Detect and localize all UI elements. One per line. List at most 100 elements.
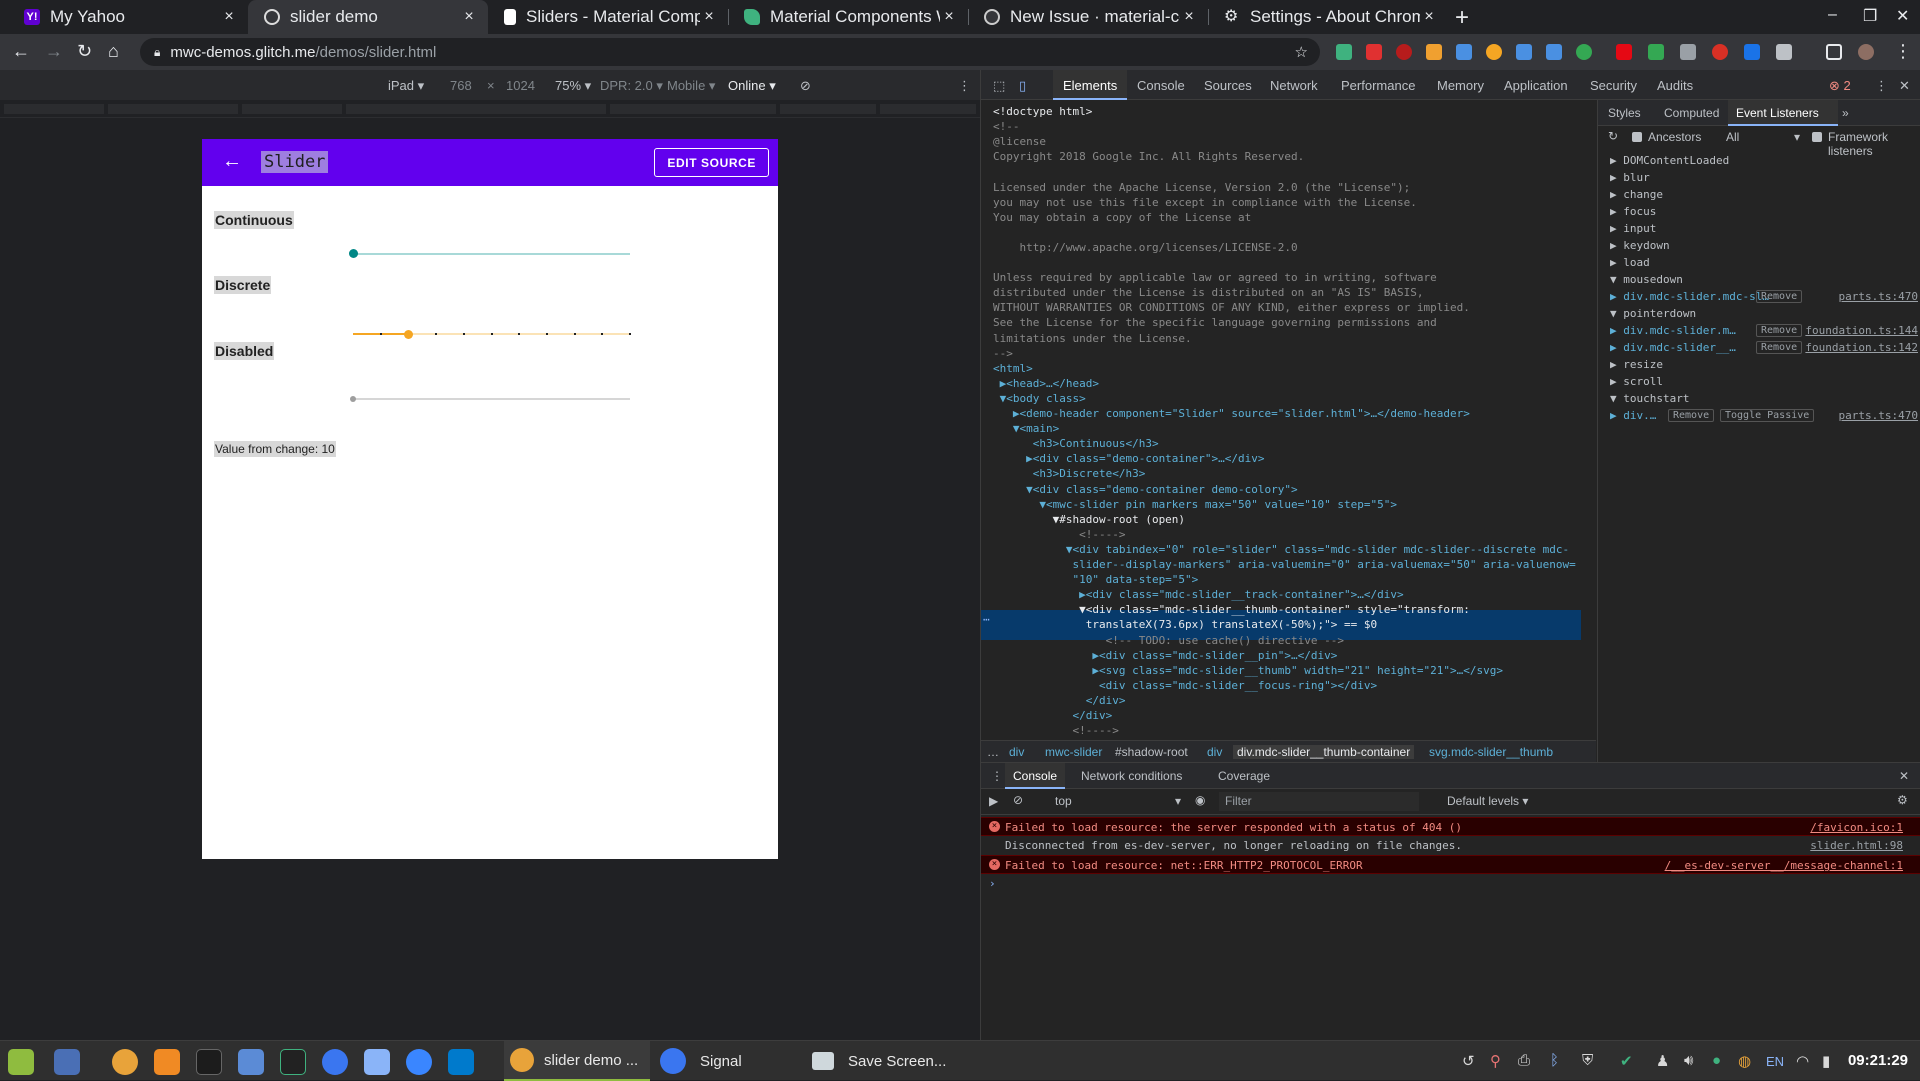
clear-console-icon[interactable]: ⊘ (1013, 793, 1023, 807)
dom-node-line[interactable]: ▶<demo-header component="Slider" source=… (993, 406, 1470, 421)
chrome-launcher-icon[interactable] (112, 1049, 138, 1075)
log-levels-select[interactable]: Default levels ▾ (1447, 794, 1528, 808)
printer-icon[interactable]: ⎙ (1518, 1052, 1530, 1069)
close-devtools-icon[interactable]: ✕ (1899, 78, 1910, 94)
back-arrow-icon[interactable]: ← (222, 150, 242, 173)
extension-icon[interactable] (1336, 44, 1352, 60)
event-listener-item[interactable]: ▼ mousedown (1610, 273, 1918, 286)
tab-network[interactable]: Network (1270, 78, 1318, 93)
chevron-down-icon[interactable]: ▾ (1794, 130, 1800, 144)
remove-listener-button[interactable]: Remove (1756, 324, 1803, 337)
extension-icon[interactable] (1744, 44, 1760, 60)
app-launcher-icon[interactable] (364, 1049, 390, 1075)
tab-material-components[interactable]: Material Components W × (728, 0, 968, 34)
dom-node-line[interactable]: ▼<mwc-slider pin markers max="50" value=… (993, 497, 1397, 512)
system-monitor-icon[interactable] (280, 1049, 306, 1075)
firefox-launcher-icon[interactable] (154, 1049, 180, 1075)
continuous-thumb[interactable] (348, 249, 358, 258)
dom-node-line[interactable]: ▶<head>…</head> (993, 376, 1099, 391)
dom-node-line[interactable]: ▼#shadow-root (open) (993, 512, 1185, 527)
discrete-thumb[interactable] (403, 330, 413, 339)
dom-node-line[interactable]: ▶<div class="mdc-slider__pin">…</div> (993, 648, 1337, 663)
tab-memory[interactable]: Memory (1437, 78, 1484, 93)
close-tab-icon[interactable]: × (1180, 8, 1198, 26)
dom-node-line[interactable]: ▼<div class="demo-container demo-colory"… (993, 482, 1298, 497)
breadcrumb-item[interactable]: #shadow-root (1115, 745, 1188, 759)
remove-listener-button[interactable]: Remove (1756, 290, 1803, 303)
tab-console[interactable]: Console (1137, 78, 1185, 93)
menu-dots-icon[interactable]: ⋮ (1894, 41, 1912, 62)
close-drawer-icon[interactable]: ✕ (1899, 769, 1909, 783)
chat-icon[interactable]: ● (1712, 1052, 1721, 1069)
battery-icon[interactable]: ▮ (1822, 1052, 1830, 1070)
tab-new-issue[interactable]: New Issue · material-con × (968, 0, 1208, 34)
listener-source-link[interactable]: foundation.ts:144 (1805, 324, 1918, 337)
tab-computed[interactable]: Computed (1664, 106, 1719, 120)
eye-icon[interactable]: ◉ (1195, 793, 1205, 807)
dom-node-line[interactable]: <html> (993, 361, 1033, 376)
event-listener-item[interactable]: ▶ load (1610, 256, 1918, 269)
more-tabs-icon[interactable]: » (1842, 106, 1849, 120)
drawer-tab-network-conditions[interactable]: Network conditions (1081, 769, 1182, 783)
extension-icon[interactable] (1648, 44, 1664, 60)
tab-my-yahoo[interactable]: Y! My Yahoo × (8, 0, 248, 34)
context-select[interactable]: top (1055, 794, 1072, 808)
location-icon[interactable]: ⚲ (1490, 1052, 1501, 1070)
drawer-tab-coverage[interactable]: Coverage (1218, 769, 1270, 783)
dom-node-line[interactable]: ▶<div class="mdc-slider__track-container… (993, 587, 1404, 602)
device-select[interactable]: iPad ▾ (388, 78, 424, 94)
dom-node-line[interactable]: <!----> (993, 527, 1125, 542)
netflix-icon[interactable] (1616, 44, 1632, 60)
remove-listener-button[interactable]: Remove (1756, 341, 1803, 354)
dom-node-line[interactable]: translateX(73.6px) translateX(-50%);"> =… (993, 617, 1377, 632)
dom-node-line[interactable]: See the License for the specific languag… (993, 315, 1437, 330)
device-width-input[interactable]: 768 (450, 78, 472, 93)
inspect-element-icon[interactable]: ⬚ (993, 78, 1005, 94)
dom-node-line[interactable]: <!-- (993, 119, 1020, 134)
extension-icon[interactable] (1546, 44, 1562, 60)
taskbar-window-slider-demo[interactable]: slider demo ... (504, 1041, 650, 1081)
dom-node-line[interactable]: http://www.apache.org/licenses/LICENSE-2… (993, 240, 1297, 255)
close-tab-icon[interactable]: × (1420, 8, 1438, 26)
event-listener-item[interactable]: ▶ focus (1610, 205, 1918, 218)
event-listener-item[interactable]: ▼ pointerdown (1610, 307, 1918, 320)
user-icon[interactable]: ♟ (1656, 1052, 1669, 1070)
ancestors-checkbox[interactable] (1632, 132, 1642, 142)
extension-icon[interactable] (1576, 44, 1592, 60)
close-tab-icon[interactable]: × (700, 8, 718, 26)
dom-node-line[interactable]: ▼<div tabindex="0" role="slider" class="… (993, 542, 1569, 557)
event-listener-item[interactable]: ▶ keydown (1610, 239, 1918, 252)
chrome-tray-icon[interactable]: ◍ (1738, 1052, 1751, 1070)
dom-node-line[interactable]: "10" data-step="5"> (993, 572, 1198, 587)
event-listener-item[interactable]: ▶ div.mdc-slider__… Remove foundation.ts:1… (1610, 341, 1918, 354)
extension-icon[interactable] (1486, 44, 1502, 60)
extension-icon[interactable] (1776, 44, 1792, 60)
terminal-icon[interactable] (196, 1049, 222, 1075)
framework-listeners-checkbox[interactable] (1812, 132, 1822, 142)
listener-source-link[interactable]: parts.ts:470 (1839, 290, 1918, 303)
back-icon[interactable]: ← (12, 41, 30, 62)
extension-icon[interactable] (1366, 44, 1382, 60)
messaging-icon[interactable] (406, 1049, 432, 1075)
event-listener-item[interactable]: ▶ DOMContentLoaded (1610, 154, 1918, 167)
avatar[interactable] (1858, 44, 1874, 60)
tab-application[interactable]: Application (1504, 78, 1568, 93)
console-filter-input[interactable]: Filter (1219, 792, 1419, 811)
bluetooth-icon[interactable]: ᛒ (1550, 1052, 1559, 1069)
dom-node-line[interactable]: Copyright 2018 Google Inc. All Rights Re… (993, 149, 1304, 164)
dom-node-line[interactable]: ▼<div class="mdc-slider__thumb-container… (993, 602, 1470, 617)
dom-node-line[interactable]: </div> (993, 708, 1112, 723)
dom-node-line[interactable]: ▶<div class="demo-container">…</div> (993, 451, 1264, 466)
close-tab-icon[interactable]: × (460, 8, 478, 26)
listener-source-link[interactable]: foundation.ts:142 (1805, 341, 1918, 354)
dom-node-line[interactable]: --> (993, 346, 1013, 361)
event-listener-item[interactable]: ▶ scroll (1610, 375, 1918, 388)
listener-source-link[interactable]: parts.ts:470 (1839, 409, 1918, 422)
device-more-icon[interactable]: ⋮ (958, 78, 971, 94)
dom-node-line[interactable]: Unless required by applicable law or agr… (993, 270, 1437, 285)
dom-node-line[interactable]: <!----> (993, 723, 1118, 738)
rotate-icon[interactable]: ⊘ (800, 78, 811, 94)
breadcrumb-item[interactable]: mwc-slider (1045, 745, 1102, 759)
sidebar-toggle-icon[interactable]: ▶ (989, 794, 998, 808)
tab-settings-about-chrome[interactable]: ⚙ Settings - About Chrome × (1208, 0, 1448, 34)
